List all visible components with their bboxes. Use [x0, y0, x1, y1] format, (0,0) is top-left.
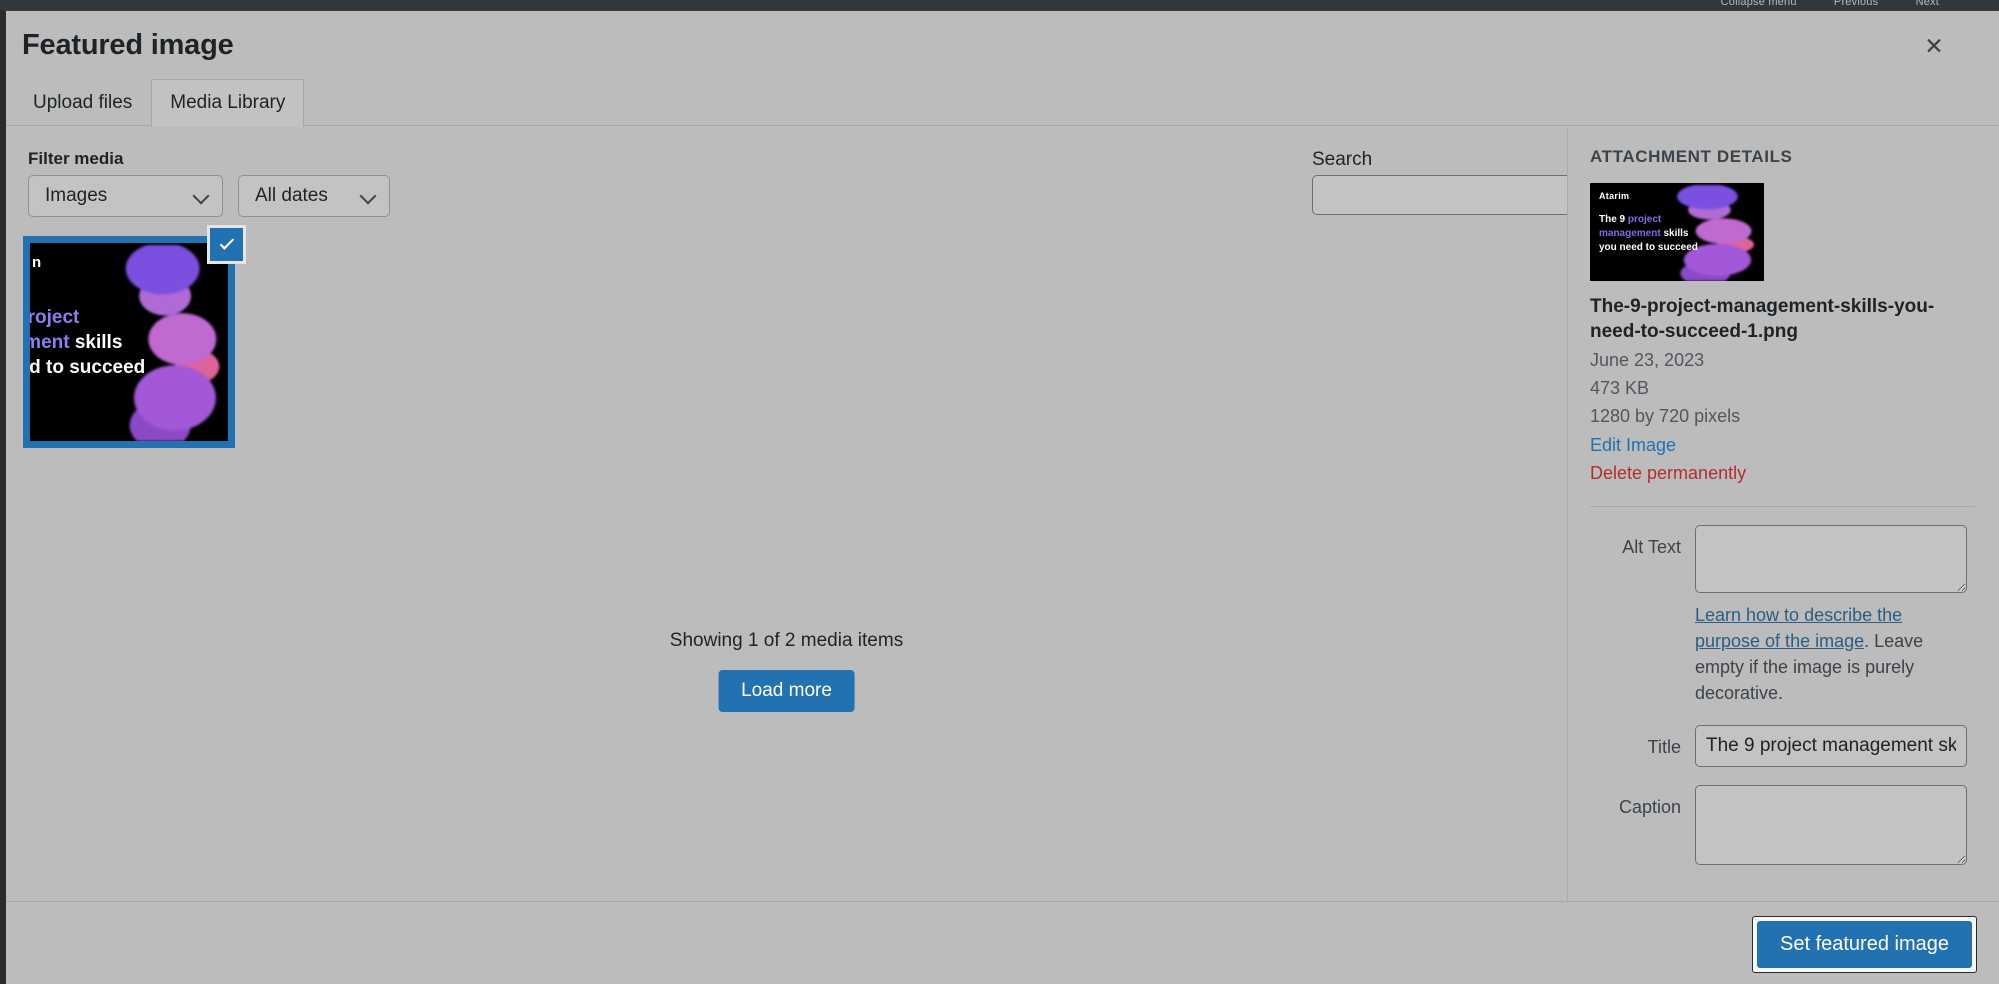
media-date-select-value: All dates [255, 185, 328, 206]
attachment-date: June 23, 2023 [1590, 349, 1705, 370]
media-date-select[interactable]: All dates [238, 175, 390, 217]
attachment-filename: The-9-project-management-skills-you-need… [1590, 296, 1935, 343]
title-field-row: Title [1590, 724, 1975, 767]
modal-footer: Set featured image [6, 901, 1999, 984]
modal-header: Featured image ✕ Upload files Media Libr… [6, 11, 1999, 127]
alt-text-field-row: Alt Text Learn how to describe the purpo… [1590, 525, 1975, 707]
thumbnail-line-2-accent: gement [30, 332, 70, 353]
attachment-details-pane: ATTACHMENT DETAILS Atarim The 9 project … [1568, 128, 1999, 903]
tabs-divider [6, 125, 1999, 126]
modal-body: Filter media Images All dates Search n o… [6, 128, 1999, 903]
preview-line-1-accent: project [1627, 214, 1662, 225]
thumbnail-overlay-text: n project gement skills eed to succeed [30, 243, 228, 441]
attachment-item[interactable]: n project gement skills eed to succeed [23, 225, 246, 448]
admin-bar-item-0: Collapse menu [1720, 0, 1797, 8]
thumbnail-line-1: project [30, 307, 80, 328]
media-type-select-value: Images [45, 185, 108, 206]
chevron-down-icon [194, 188, 210, 204]
set-featured-image-focus-ring: Set featured image [1752, 916, 1977, 973]
media-toolbar: Filter media Images All dates Search [6, 128, 1567, 236]
preview-line-2-rest: skills [1660, 228, 1689, 239]
tab-media-library[interactable]: Media Library [151, 79, 305, 127]
filter-media-label: Filter media [28, 149, 124, 168]
page-title: Featured image [22, 29, 234, 61]
caption-field-row: Caption [1590, 784, 1975, 865]
attachment-thumbnail: n project gement skills eed to succeed [30, 243, 228, 441]
media-library-pane: Filter media Images All dates Search n o… [6, 128, 1568, 903]
check-icon[interactable] [207, 225, 246, 264]
preview-line-1-prefix: The 9 [1599, 214, 1628, 225]
admin-bar-item-2: Next [1915, 0, 1939, 8]
alt-text-input[interactable] [1695, 525, 1967, 594]
tab-upload-files[interactable]: Upload files [14, 79, 151, 127]
preview-line-3: you need to succeed [1599, 242, 1698, 253]
attachment-details-heading: ATTACHMENT DETAILS [1590, 147, 1793, 166]
set-featured-image-button[interactable]: Set featured image [1757, 921, 1972, 968]
load-more-button[interactable]: Load more [718, 670, 855, 712]
thumbnail-line-2-rest: skills [74, 332, 123, 353]
delete-permanently-link[interactable]: Delete permanently [1590, 460, 1975, 486]
preview-line-1: The 9 project [1599, 213, 1661, 228]
edit-image-link[interactable]: Edit Image [1590, 432, 1975, 458]
attachment-filesize: 473 KB [1590, 378, 1650, 399]
caption-control [1695, 784, 1975, 865]
chevron-down-icon [361, 188, 377, 204]
preview-line-2: management skills [1599, 227, 1689, 242]
media-type-select[interactable]: Images [28, 175, 223, 217]
sidebar-divider [1590, 506, 1975, 508]
preview-line-2-accent: management [1599, 228, 1661, 239]
alt-text-help: Learn how to describe the purpose of the… [1695, 603, 1967, 707]
search-input[interactable] [1312, 175, 1567, 215]
title-input[interactable] [1695, 724, 1967, 767]
caption-input[interactable] [1695, 784, 1967, 865]
attachment-preview-thumbnail[interactable]: Atarim The 9 project management skills y… [1590, 183, 1764, 281]
thumbnail-line-2: gement skills [30, 330, 122, 356]
admin-bar-items: Collapse menu Previous Next [1687, 0, 1939, 8]
alt-text-label: Alt Text [1622, 537, 1681, 558]
close-icon[interactable]: ✕ [1917, 29, 1951, 63]
attachments-grid: n project gement skills eed to succeed S… [6, 225, 1567, 712]
title-control [1695, 724, 1975, 767]
thumbnail-line-3: eed to succeed [30, 357, 146, 378]
brand-logo-text: Atarim [1599, 191, 1630, 201]
thumbnail-line-0: n [32, 254, 42, 271]
caption-label: Caption [1618, 796, 1681, 817]
alt-text-control: Learn how to describe the purpose of the… [1695, 525, 1975, 707]
admin-bar-item-1: Previous [1833, 0, 1879, 8]
showing-count-text: Showing 1 of 2 media items [669, 630, 904, 651]
title-label: Title [1647, 736, 1681, 757]
attachment-dimensions: 1280 by 720 pixels [1590, 406, 1741, 427]
search-label: Search [1312, 149, 1373, 170]
media-modal: Featured image ✕ Upload files Media Libr… [0, 9, 1999, 984]
admin-bar-behind-modal: Collapse menu Previous Next [0, 0, 1999, 9]
modal-tabs: Upload files Media Library [14, 78, 305, 127]
